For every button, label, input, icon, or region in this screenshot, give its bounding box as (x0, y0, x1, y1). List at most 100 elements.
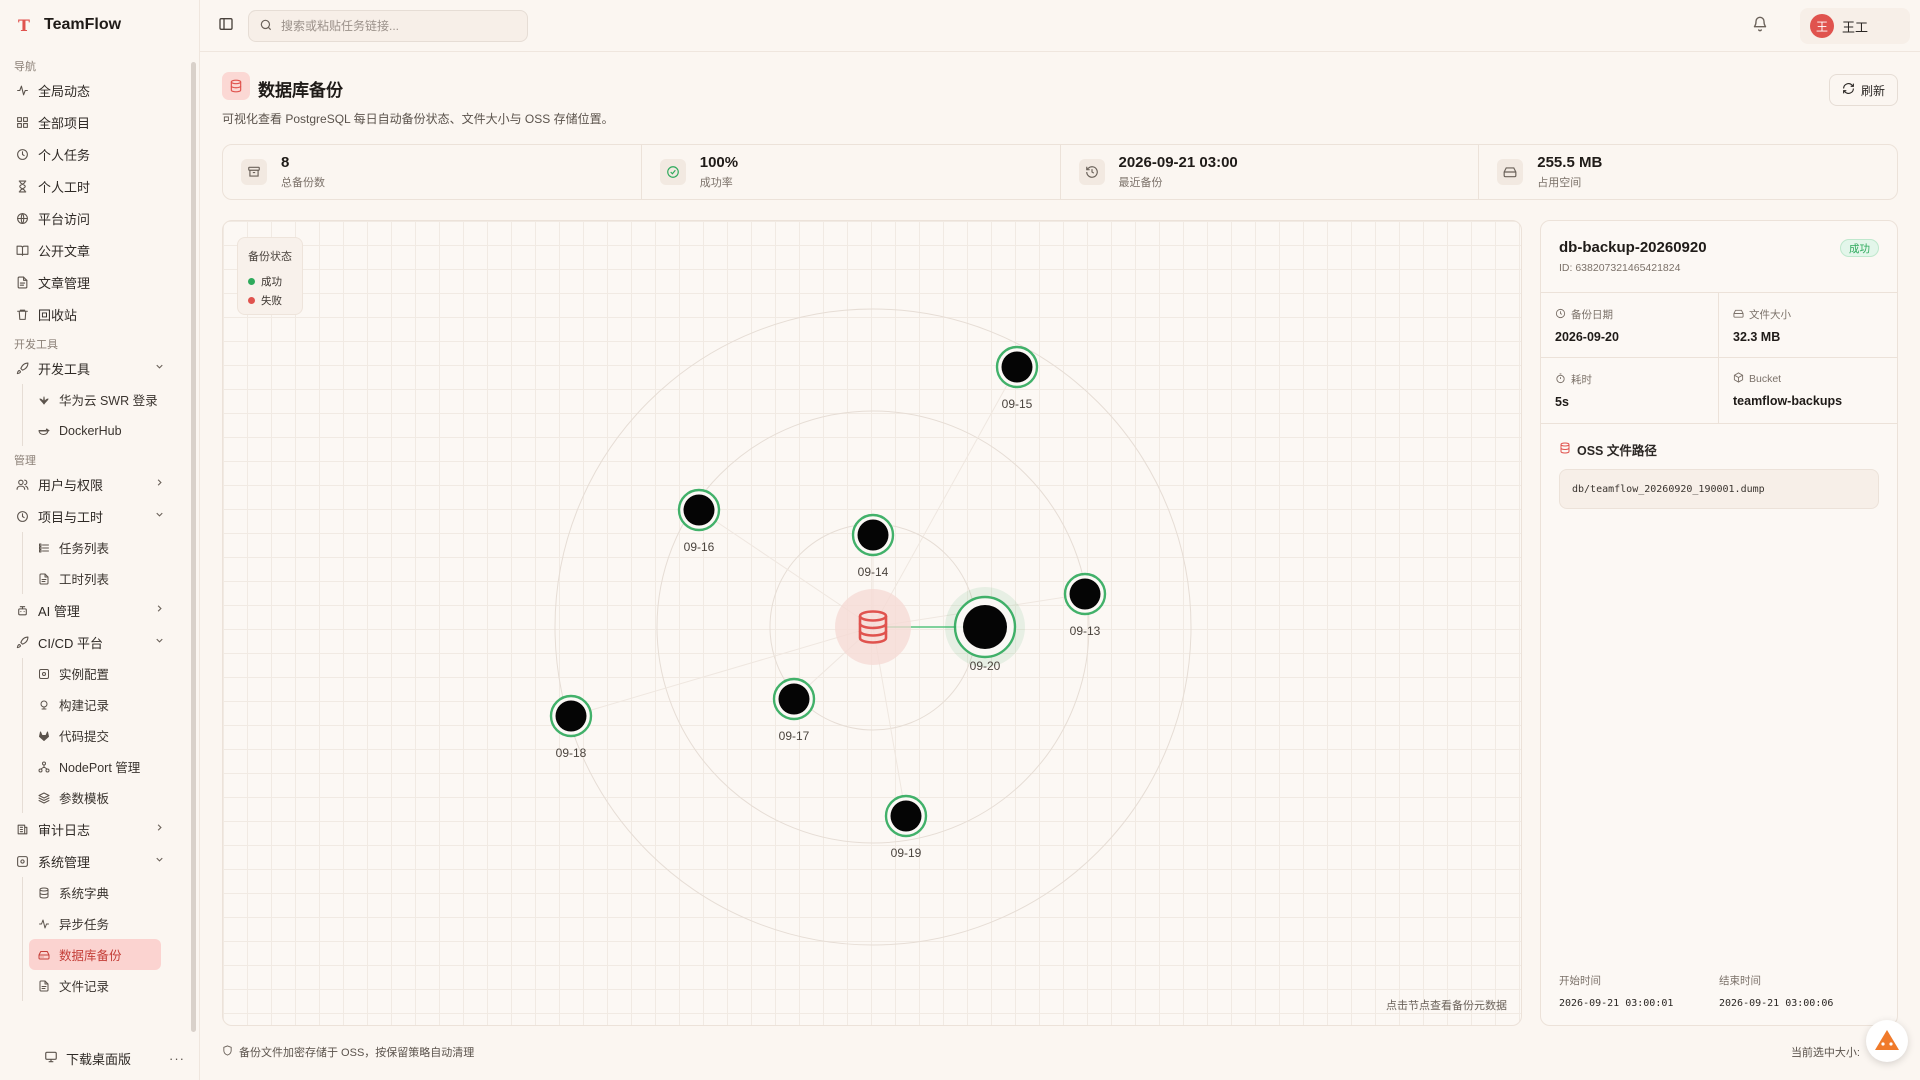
field-backup-date: 备份日期 2026-09-20 (1541, 293, 1719, 358)
backup-node[interactable]: 09-19 (884, 794, 928, 860)
footer-note-text: 备份文件加密存储于 OSS，按保留策略自动清理 (239, 1047, 475, 1059)
field-label: Bucket (1749, 373, 1782, 385)
sidebar-subitem-label: DockerHub (59, 423, 122, 438)
backup-node[interactable]: 09-17 (772, 677, 816, 743)
sidebar-subitem[interactable]: 华为云 SWR 登录 (29, 384, 161, 415)
sidebar-subitem-label: NodePort 管理 (59, 761, 141, 775)
sidebar-subitem[interactable]: 数据库备份 (29, 939, 161, 970)
sidebar-item[interactable]: 文章管理 (0, 266, 189, 298)
sidebar-item[interactable]: 回收站 (0, 298, 189, 330)
sidebar-subitem[interactable]: 文件记录 (29, 970, 161, 1001)
sidebar-item-label: 文章管理 (38, 275, 91, 291)
backup-graph-canvas[interactable]: 09-13 09-14 09-15 09-16 09-17 09-18 09-19 09-20… (222, 220, 1522, 1026)
sidebar-subitem[interactable]: 实例配置 (29, 658, 161, 689)
backup-node[interactable]: 09-16 (677, 488, 721, 554)
sidebar-subitem[interactable]: 构建记录 (29, 689, 161, 720)
sidebar-section-label: 管理 (14, 455, 36, 467)
sidebar-item-label: 个人任务 (38, 147, 91, 163)
more-icon[interactable]: ··· (169, 1051, 185, 1066)
canvas-hint: 点击节点查看备份元数据 (1386, 1000, 1507, 1012)
sidebar-item-label: 全部项目 (38, 115, 91, 131)
legend-success-label: 成功 (261, 276, 282, 288)
drive-icon (1497, 159, 1524, 185)
chevron-down-icon[interactable] (154, 635, 165, 649)
sidebar: T TeamFlow 导航 全局动态全部项目个人任务个人工时 平台访问 公开文章文章管… (0, 0, 200, 1080)
sidebar-item[interactable]: 个人任务 (0, 138, 189, 170)
sidebar-toggle-icon[interactable] (218, 16, 236, 34)
sidebar-item[interactable]: CI/CD 平台 (0, 626, 189, 658)
hourglass-icon (14, 178, 30, 194)
sidebar-subitem[interactable]: 代码提交 (29, 720, 161, 751)
sidebar-item-label: 回收站 (38, 307, 78, 323)
topbar: 王 王工 (200, 0, 1920, 52)
chevron-down-icon[interactable] (154, 854, 165, 868)
sidebar-item[interactable]: 个人工时 (0, 170, 189, 202)
layers-icon (37, 791, 51, 805)
activity-icon (37, 917, 51, 931)
sidebar-item-label: CI/CD 平台 (38, 635, 104, 651)
activity-icon (14, 82, 30, 98)
sidebar-item[interactable]: 审计日志 (0, 813, 189, 845)
oss-path-value[interactable]: db/teamflow_20260920_190001.dump (1559, 469, 1879, 509)
sidebar-subitem-label: 数据库备份 (59, 949, 122, 963)
chevron-down-icon[interactable] (154, 361, 165, 375)
sidebar-subitem[interactable]: 参数模板 (29, 782, 161, 813)
stat-value: 255.5 MB (1537, 154, 1603, 171)
assistant-fab-button[interactable] (1866, 1020, 1908, 1062)
sidebar-item[interactable]: AI 管理 (0, 594, 189, 626)
sidebar-submenu: 华为云 SWR 登录 DockerHub (22, 384, 189, 446)
drive-icon (37, 948, 51, 962)
start-time-value: 2026-09-21 03:00:01 (1559, 998, 1674, 1009)
node-label: 09-15 (1002, 397, 1033, 411)
sidebar-subitem[interactable]: 工时列表 (29, 563, 161, 594)
sidebar-item[interactable]: 全局动态 (0, 74, 189, 106)
bell-icon[interactable] (1752, 16, 1770, 34)
sidebar-item[interactable]: 系统管理 (0, 845, 189, 877)
backup-link (872, 366, 1018, 628)
success-dot-icon (248, 278, 255, 285)
end-time-label: 结束时间 (1719, 975, 1761, 987)
chevron-right-icon[interactable] (154, 603, 165, 617)
backup-node[interactable]: 09-20 (945, 587, 1025, 673)
user-menu[interactable]: 王 王工 (1800, 8, 1910, 44)
chevron-right-icon[interactable] (154, 477, 165, 491)
page-description: 可视化查看 PostgreSQL 每日自动备份状态、文件大小与 OSS 存储位置… (222, 112, 614, 126)
database-icon (37, 886, 51, 900)
status-badge: 成功 (1840, 239, 1879, 257)
backup-node[interactable]: 09-13 (1063, 572, 1107, 638)
sidebar-subitem-label: 异步任务 (59, 918, 110, 932)
sidebar-subitem-label: 工时列表 (59, 573, 110, 587)
sidebar-scrollbar[interactable] (191, 62, 196, 1032)
oss-label-text: OSS 文件路径 (1577, 444, 1657, 458)
sidebar-subitem[interactable]: NodePort 管理 (29, 751, 161, 782)
backup-node[interactable]: 09-15 (995, 345, 1039, 411)
sidebar-subitem[interactable]: 异步任务 (29, 908, 161, 939)
backup-radial-graph[interactable]: 09-13 09-14 09-15 09-16 09-17 09-18 09-19 09-20 (223, 221, 1522, 1026)
refresh-button[interactable]: 刷新 (1828, 74, 1898, 106)
sidebar-subitem[interactable]: 系统字典 (29, 877, 161, 908)
backup-node[interactable]: 09-14 (851, 513, 895, 579)
sidebar-section-label: 导航 (14, 61, 36, 73)
sidebar-item[interactable]: 公开文章 (0, 234, 189, 266)
sidebar-item-label: 审计日志 (38, 822, 91, 838)
file-icon (37, 979, 51, 993)
sidebar-item[interactable]: 项目与工时 (0, 500, 189, 532)
sidebar-subitem[interactable]: DockerHub (29, 415, 161, 446)
end-time-value: 2026-09-21 03:00:06 (1719, 998, 1834, 1009)
backup-node[interactable]: 09-18 (549, 694, 593, 760)
sidebar-subitem-label: 华为云 SWR 登录 (59, 394, 158, 408)
search-box[interactable] (248, 10, 528, 42)
chevron-down-icon[interactable] (154, 509, 165, 523)
chevron-right-icon[interactable] (154, 822, 165, 836)
node-label: 09-18 (556, 746, 587, 760)
stat-latest: 2026-09-21 03:00 最近备份 (1061, 145, 1480, 199)
sidebar-item[interactable]: 开发工具 (0, 352, 189, 384)
sidebar-item[interactable]: 用户与权限 (0, 468, 189, 500)
sidebar-item[interactable]: 平台访问 (0, 202, 189, 234)
brand[interactable]: T TeamFlow (14, 14, 121, 36)
sidebar-item[interactable]: 全部项目 (0, 106, 189, 138)
download-desktop-button[interactable]: 下载桌面版 ··· (0, 1036, 199, 1080)
sidebar-item-label: 开发工具 (38, 361, 91, 377)
sidebar-subitem[interactable]: 任务列表 (29, 532, 161, 563)
search-input[interactable] (281, 19, 511, 33)
